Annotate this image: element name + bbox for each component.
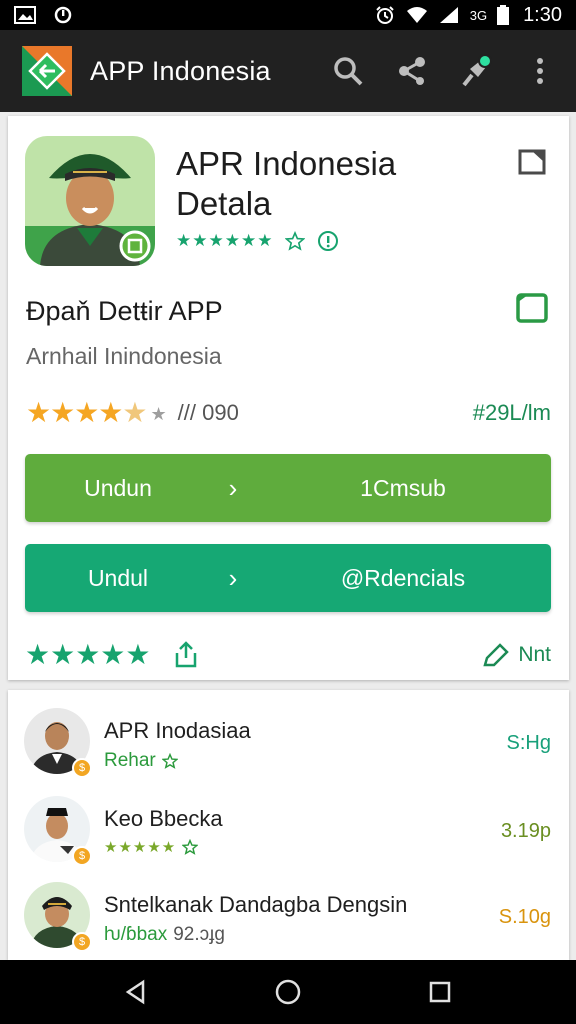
sync-notification-icon <box>54 6 72 24</box>
list-item-price: S:Hg <box>506 732 551 754</box>
list-item-meta-text: ★★★★★ <box>104 839 177 856</box>
credentials-button-secondary-label: @Rdencials <box>340 564 466 591</box>
wifi-icon <box>406 7 427 23</box>
download-button-secondary-label: 1Cmsub <box>360 474 446 501</box>
developer-name: Arnhail Inindonesia <box>26 343 222 369</box>
app-title: APR Indonesia Detala <box>176 145 397 222</box>
signal-icon <box>439 7 458 23</box>
soldier-portrait-icon <box>25 136 155 266</box>
title-rating: ★★★★★★ <box>176 230 339 252</box>
carrier-label: 3G <box>469 7 488 23</box>
chevron-right-icon: › <box>228 562 238 593</box>
list-item-name: Sntelkanak Dandagba Dengsin <box>104 892 408 917</box>
info-icon[interactable] <box>317 230 339 252</box>
chevron-right-icon: › <box>228 472 238 503</box>
list-item-meta-text: Rehar <box>104 750 156 771</box>
more-vertical-icon <box>537 58 543 84</box>
checkbox-icon[interactable] <box>515 292 549 324</box>
app-bar: APP Indonesia <box>0 30 576 112</box>
share-upload-icon[interactable] <box>173 640 199 669</box>
list-item-meta: Rehar <box>104 750 178 772</box>
more-link[interactable]: Nnt <box>482 642 551 668</box>
rating-row: ★★★★★ ★ /// 090 #29L/lm <box>26 396 551 429</box>
more-label: Nnt <box>518 642 551 666</box>
list-item-price: S.10g <box>498 906 551 928</box>
download-button-label: Undun <box>84 474 152 501</box>
list-item-meta-green: ƕ/ɓbax <box>104 924 168 945</box>
back-icon <box>125 979 145 1005</box>
search-icon <box>334 57 363 86</box>
download-button[interactable]: Undun › 1Cmsub <box>25 454 551 522</box>
card-footer: ★★★★★ Nnt <box>25 638 551 671</box>
list-item-meta: ★★★★★ <box>104 838 199 856</box>
bookmark-icon[interactable] <box>517 148 547 176</box>
app-icon <box>25 136 155 266</box>
app-detail-card: APR Indonesia Detala ★★★★★★ Ðpaň Detŧir … <box>8 116 569 680</box>
notifications-button[interactable] <box>458 53 494 89</box>
list-item[interactable]: $ APR Inodasiaa Rehar S:Hg <box>8 700 569 780</box>
home-button[interactable] <box>268 972 308 1012</box>
back-button[interactable] <box>116 972 156 1012</box>
app-bar-title: APP Indonesia <box>90 55 271 86</box>
rate-stars[interactable]: ★★★★★ <box>25 638 151 671</box>
search-button[interactable] <box>330 53 366 89</box>
navigation-bar <box>0 960 576 1024</box>
app-logo-icon <box>22 46 72 96</box>
recents-button[interactable] <box>420 972 460 1012</box>
list-item-meta-text: 92.ɔɟg <box>173 924 225 945</box>
verified-badge-icon: $ <box>72 846 92 866</box>
share-icon <box>399 57 425 85</box>
credentials-button-label: Undul <box>87 564 149 591</box>
home-icon <box>275 979 301 1005</box>
list-item[interactable]: $ Keo Bbecka ★★★★★ 3.19p <box>8 788 569 868</box>
detail-subtitle: Ðpaň Detŧir APP <box>26 296 223 326</box>
list-item[interactable]: $ Sntelkanak Dandagba Dengsin ƕ/ɓbax 92.… <box>8 874 569 954</box>
overflow-menu-button[interactable] <box>522 53 558 89</box>
edit-icon <box>483 642 510 666</box>
list-item-price: 3.19p <box>500 820 551 842</box>
list-item-meta: ƕ/ɓbax 92.ɔɟg <box>104 924 225 946</box>
battery-icon <box>497 5 510 25</box>
star-outline-icon <box>182 839 199 855</box>
review-count: /// 090 <box>177 399 239 425</box>
star-outline-icon <box>285 231 306 251</box>
credentials-button[interactable]: Undul › @Rdencials <box>25 544 551 612</box>
clock: 1:30 <box>523 3 562 26</box>
list-item-name: APR Inodasiaa <box>104 718 251 743</box>
gallery-notification-icon <box>14 6 36 24</box>
list-item-name: Keo Bbecka <box>104 806 223 831</box>
star-outline-icon <box>161 753 178 769</box>
verified-badge-icon: $ <box>72 932 92 952</box>
alarm-icon <box>376 6 394 24</box>
status-bar: 3G 1:30 <box>0 0 576 30</box>
app-size: #29L/lm <box>472 399 551 425</box>
title-stars: ★★★★★★ <box>176 231 274 250</box>
related-apps-list: $ APR Inodasiaa Rehar S:Hg $ Keo Bbecka … <box>8 690 569 960</box>
verified-badge-icon: $ <box>72 758 92 778</box>
rating-stars: ★★★★★ ★ <box>26 397 167 428</box>
share-button[interactable] <box>394 53 430 89</box>
recents-icon <box>429 981 451 1003</box>
pin-icon <box>462 54 492 87</box>
